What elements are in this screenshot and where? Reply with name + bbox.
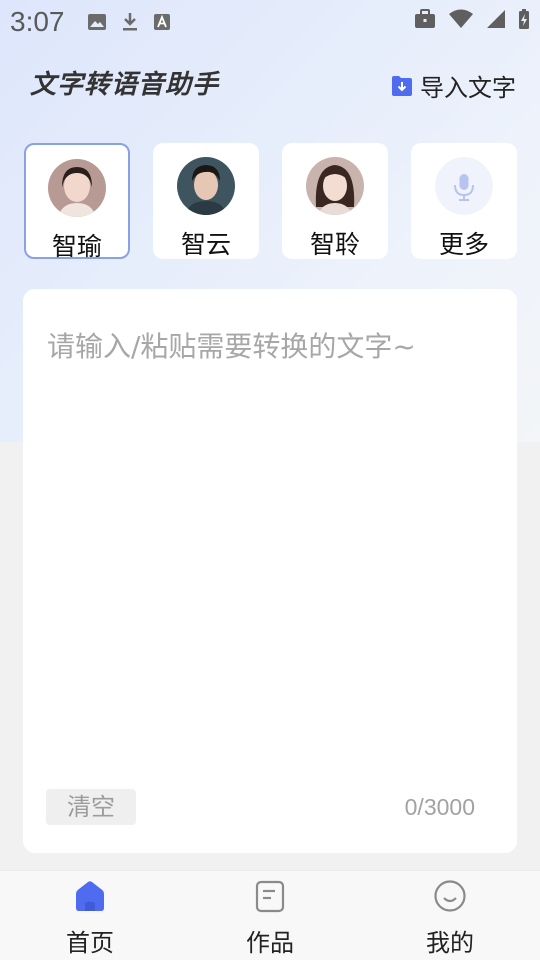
nav-label: 首页 <box>66 929 114 957</box>
nav-label: 作品 <box>246 929 294 957</box>
voice-avatar <box>306 157 364 215</box>
microphone-icon <box>435 157 493 215</box>
voice-avatar <box>177 157 235 215</box>
wifi-icon <box>449 9 473 28</box>
voice-name: 智瑜 <box>51 232 102 261</box>
download-icon <box>122 13 137 31</box>
clear-button[interactable]: 清空 <box>46 789 136 825</box>
nav-item-mine[interactable]: 我的 <box>360 871 540 960</box>
home-icon <box>76 881 104 911</box>
cellular-signal-icon <box>487 10 505 28</box>
voice-card-zhiyu[interactable]: 智瑜 <box>24 143 130 261</box>
import-text-button[interactable]: 导入文字 <box>390 68 516 103</box>
gallery-icon <box>87 14 106 30</box>
voice-name: 更多 <box>438 230 489 259</box>
document-icon <box>255 880 285 913</box>
app-title: 文字转语音助手 <box>30 70 220 100</box>
bottom-navigation: 首页 作品 我的 <box>0 870 540 960</box>
nav-label: 我的 <box>426 929 474 957</box>
voice-card-zhiyun[interactable]: 智云 <box>153 143 259 259</box>
import-text-label: 导入文字 <box>420 74 516 102</box>
text-input-area[interactable]: 请输入/粘贴需要转换的文字~ 清空 0/3000 <box>23 289 517 853</box>
status-time: 3:07 <box>10 6 65 37</box>
voice-name: 智聆 <box>309 230 360 259</box>
smile-icon <box>434 880 466 912</box>
import-file-icon <box>392 75 412 96</box>
voice-card-zhiling[interactable]: 智聆 <box>282 143 388 259</box>
nav-item-home[interactable]: 首页 <box>0 871 180 960</box>
more-voices-circle <box>435 157 493 215</box>
voice-selector: 智瑜 智云 智聆 更多 <box>24 143 517 261</box>
status-bar: 3:07 <box>0 0 540 44</box>
nav-item-works[interactable]: 作品 <box>180 871 360 960</box>
voice-avatar <box>48 159 106 217</box>
text-a-icon <box>153 14 170 30</box>
voice-name: 智云 <box>180 230 231 259</box>
text-input-placeholder: 请输入/粘贴需要转换的文字~ <box>47 330 416 363</box>
voice-card-more[interactable]: 更多 <box>411 143 517 259</box>
work-briefcase-icon <box>415 9 435 28</box>
character-count: 0/3000 <box>404 794 475 820</box>
battery-charging-icon <box>519 9 529 29</box>
